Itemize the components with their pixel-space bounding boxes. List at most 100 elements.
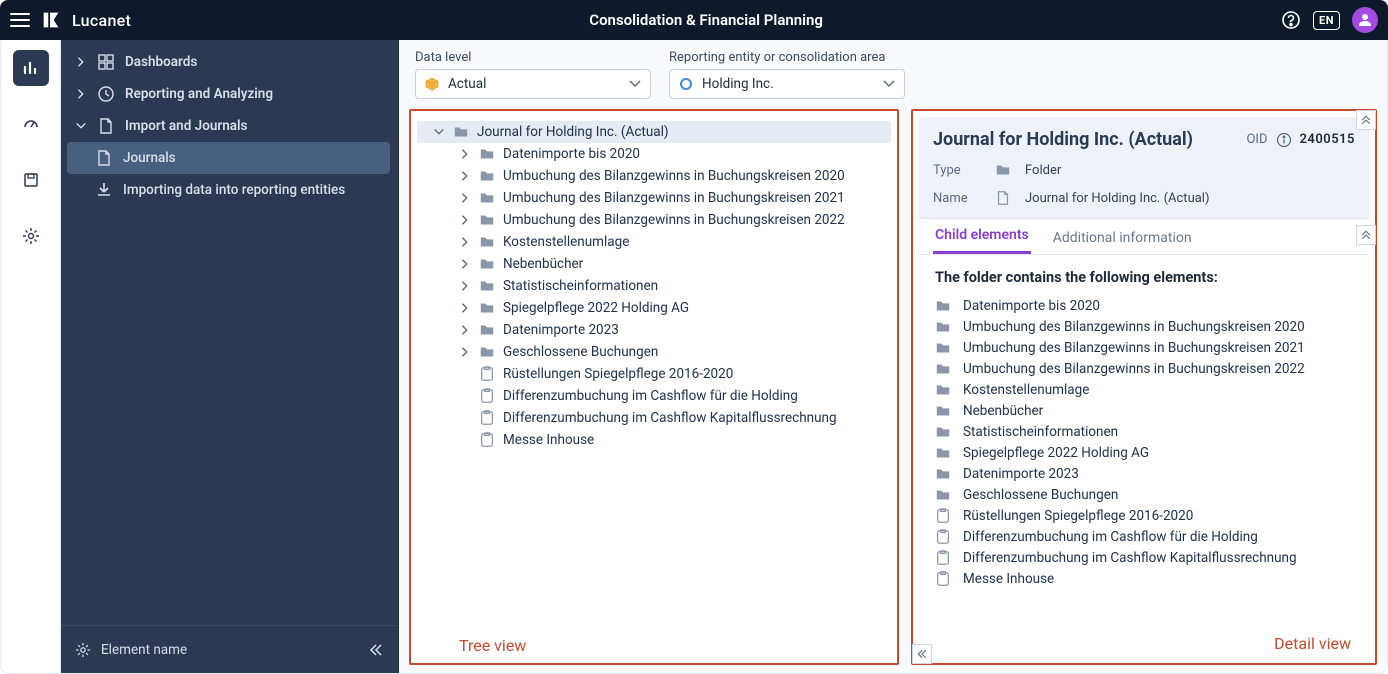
nav-subitem-label: Journals — [123, 150, 176, 166]
clipboard-icon — [935, 508, 951, 524]
tree-node[interactable]: Differenzumbuchung im Cashflow für die H… — [417, 385, 891, 407]
dashboard-icon — [97, 53, 115, 71]
rail-item-settings[interactable] — [13, 218, 49, 254]
tree-node[interactable]: Differenzumbuchung im Cashflow Kapitalfl… — [417, 407, 891, 429]
tree-node[interactable]: Umbuchung des Bilanzgewinns in Buchungsk… — [417, 187, 891, 209]
nav-item[interactable]: Reporting and Analyzing — [67, 78, 390, 110]
folder-icon — [935, 403, 951, 419]
child-element-row[interactable]: Datenimporte 2023 — [935, 466, 1353, 482]
chevron-right-icon — [459, 324, 471, 336]
tree-node[interactable]: Kostenstellenumlage — [417, 231, 891, 253]
child-element-row[interactable]: Geschlossene Buchungen — [935, 487, 1353, 503]
data-level-select[interactable]: Actual — [415, 69, 651, 99]
child-element-row[interactable]: Differenzumbuchung im Cashflow für die H… — [935, 529, 1353, 545]
tree-node[interactable]: Datenimporte bis 2020 — [417, 143, 891, 165]
chevron-right-icon — [459, 346, 471, 358]
help-icon[interactable] — [1281, 10, 1301, 30]
folder-icon — [935, 466, 951, 482]
clipboard-icon — [935, 550, 951, 566]
document-icon — [995, 190, 1011, 206]
tree-node-label: Statistischeinformationen — [503, 278, 658, 294]
info-icon[interactable] — [1276, 132, 1292, 148]
tree-node[interactable]: Umbuchung des Bilanzgewinns in Buchungsk… — [417, 165, 891, 187]
chevron-right-icon — [459, 258, 471, 270]
folder-icon — [479, 146, 495, 162]
clipboard-icon — [935, 529, 951, 545]
icon-rail — [1, 40, 61, 673]
collapse-header-button[interactable] — [1356, 110, 1376, 130]
tree-node-label: Differenzumbuchung im Cashflow Kapitalfl… — [503, 410, 837, 426]
folder-icon — [479, 234, 495, 250]
child-element-label: Umbuchung des Bilanzgewinns in Buchungsk… — [963, 319, 1305, 335]
tree-node[interactable]: Statistischeinformationen — [417, 275, 891, 297]
child-element-row[interactable]: Differenzumbuchung im Cashflow Kapitalfl… — [935, 550, 1353, 566]
folder-icon — [479, 300, 495, 316]
nav-sidebar: Dashboards Reporting and Analyzing Import … — [61, 40, 399, 673]
tree-node-label: Rüstellungen Spiegelpflege 2016-2020 — [503, 366, 733, 382]
nav-item-label: Dashboards — [125, 54, 197, 70]
nav-item[interactable]: Dashboards — [67, 46, 390, 78]
child-element-row[interactable]: Statistischeinformationen — [935, 424, 1353, 440]
clipboard-icon — [479, 388, 495, 404]
clock-icon — [97, 85, 115, 103]
entity-select[interactable]: Holding Inc. — [669, 69, 905, 99]
child-list-heading: The folder contains the following elemen… — [935, 269, 1353, 286]
child-element-row[interactable]: Spiegelpflege 2022 Holding AG — [935, 445, 1353, 461]
user-avatar[interactable] — [1352, 7, 1378, 33]
tree-node-label: Differenzumbuchung im Cashflow für die H… — [503, 388, 798, 404]
rail-item-reporting[interactable] — [13, 50, 49, 86]
tree-node[interactable]: Umbuchung des Bilanzgewinns in Buchungsk… — [417, 209, 891, 231]
folder-icon — [453, 124, 469, 140]
clipboard-icon — [479, 410, 495, 426]
folder-icon — [935, 298, 951, 314]
folder-icon — [479, 256, 495, 272]
folder-icon — [935, 319, 951, 335]
nav-subitem[interactable]: Journals — [67, 142, 390, 174]
nav-item[interactable]: Import and Journals — [67, 110, 390, 142]
tree-node[interactable]: Rüstellungen Spiegelpflege 2016-2020 — [417, 363, 891, 385]
oid-value: 2400515 — [1300, 132, 1356, 147]
chevron-right-icon — [459, 280, 471, 292]
cube-icon — [424, 76, 440, 92]
rail-item-gauge[interactable] — [13, 106, 49, 142]
tab-child-elements[interactable]: Child elements — [933, 219, 1031, 254]
child-element-row[interactable]: Datenimporte bis 2020 — [935, 298, 1353, 314]
language-toggle[interactable]: EN — [1313, 11, 1340, 30]
expand-panel-button[interactable] — [912, 644, 932, 664]
nav-item-label: Reporting and Analyzing — [125, 86, 273, 102]
child-element-label: Rüstellungen Spiegelpflege 2016-2020 — [963, 508, 1193, 524]
collapse-tabs-button[interactable] — [1356, 225, 1376, 245]
tree-node[interactable]: Datenimporte 2023 — [417, 319, 891, 341]
child-element-row[interactable]: Nebenbücher — [935, 403, 1353, 419]
data-level-value: Actual — [448, 76, 486, 92]
chevron-right-icon — [459, 214, 471, 226]
child-element-row[interactable]: Messe Inhouse — [935, 571, 1353, 587]
oid-label: OID — [1246, 132, 1267, 147]
tree-node[interactable]: Spiegelpflege 2022 Holding AG — [417, 297, 891, 319]
entity-label: Reporting entity or consolidation area — [669, 50, 905, 65]
tree-node-label: Spiegelpflege 2022 Holding AG — [503, 300, 689, 316]
child-element-row[interactable]: Umbuchung des Bilanzgewinns in Buchungsk… — [935, 361, 1353, 377]
tree-node[interactable]: Geschlossene Buchungen — [417, 341, 891, 363]
child-element-row[interactable]: Rüstellungen Spiegelpflege 2016-2020 — [935, 508, 1353, 524]
menu-toggle-icon[interactable] — [10, 13, 30, 27]
tree-node[interactable]: Nebenbücher — [417, 253, 891, 275]
content-area: Data level Actual Reporting entity or co… — [399, 40, 1387, 673]
module-title: Consolidation & Financial Planning — [141, 11, 1271, 29]
child-element-row[interactable]: Umbuchung des Bilanzgewinns in Buchungsk… — [935, 340, 1353, 356]
circle-icon — [678, 76, 694, 92]
nav-subitem[interactable]: Importing data into reporting entities — [67, 174, 390, 206]
child-element-row[interactable]: Kostenstellenumlage — [935, 382, 1353, 398]
nav-item-label: Import and Journals — [125, 118, 247, 134]
chevron-right-icon — [459, 148, 471, 160]
rail-item-save[interactable] — [13, 162, 49, 198]
detail-title: Journal for Holding Inc. (Actual) — [933, 129, 1193, 150]
tree-node[interactable]: Messe Inhouse — [417, 429, 891, 451]
folder-icon — [479, 190, 495, 206]
tree-view-panel: Journal for Holding Inc. (Actual)Datenim… — [409, 109, 899, 665]
tree-root[interactable]: Journal for Holding Inc. (Actual) — [417, 121, 891, 143]
tab-additional-info[interactable]: Additional information — [1051, 222, 1194, 254]
app-topbar: Lucanet Consolidation & Financial Planni… — [0, 0, 1388, 40]
collapse-sidebar-icon[interactable] — [368, 642, 384, 658]
child-element-row[interactable]: Umbuchung des Bilanzgewinns in Buchungsk… — [935, 319, 1353, 335]
